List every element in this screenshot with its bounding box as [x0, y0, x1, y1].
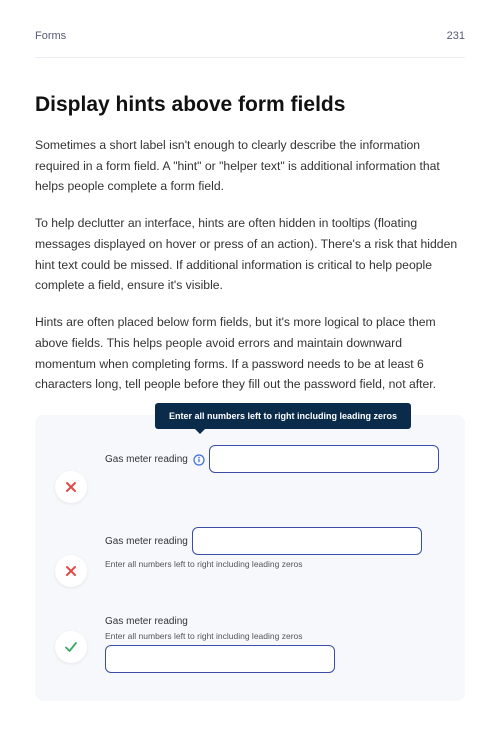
page-header: Forms 231	[35, 30, 465, 58]
page-title: Display hints above form fields	[35, 93, 465, 117]
example-hint-in-tooltip: Enter all numbers left to right includin…	[55, 435, 445, 503]
wrong-badge	[55, 471, 87, 503]
section-label: Forms	[35, 30, 66, 42]
helper-text-below: Enter all numbers left to right includin…	[105, 559, 445, 569]
info-icon[interactable]	[193, 454, 205, 466]
paragraph-2: To help declutter an interface, hints ar…	[35, 213, 465, 296]
cross-icon	[64, 480, 78, 494]
field-label: Gas meter reading	[105, 536, 188, 547]
gas-meter-input[interactable]	[209, 445, 439, 473]
cross-icon	[64, 564, 78, 578]
field-label: Gas meter reading	[105, 616, 188, 627]
tooltip-text: Enter all numbers left to right includin…	[169, 411, 397, 421]
paragraph-3: Hints are often placed below form fields…	[35, 312, 465, 395]
page-number: 231	[447, 30, 465, 42]
example-panel: Enter all numbers left to right includin…	[35, 415, 465, 701]
check-icon	[63, 639, 79, 655]
tooltip: Enter all numbers left to right includin…	[155, 403, 411, 429]
wrong-badge	[55, 555, 87, 587]
example-hint-above: Gas meter reading Enter all numbers left…	[55, 611, 445, 673]
paragraph-1: Sometimes a short label isn't enough to …	[35, 135, 465, 197]
helper-text-above: Enter all numbers left to right includin…	[105, 631, 445, 641]
example-hint-below: Gas meter reading Enter all numbers left…	[55, 527, 445, 587]
correct-badge	[55, 631, 87, 663]
gas-meter-input[interactable]	[192, 527, 422, 555]
gas-meter-input[interactable]	[105, 645, 335, 673]
field-label: Gas meter reading	[105, 454, 205, 466]
